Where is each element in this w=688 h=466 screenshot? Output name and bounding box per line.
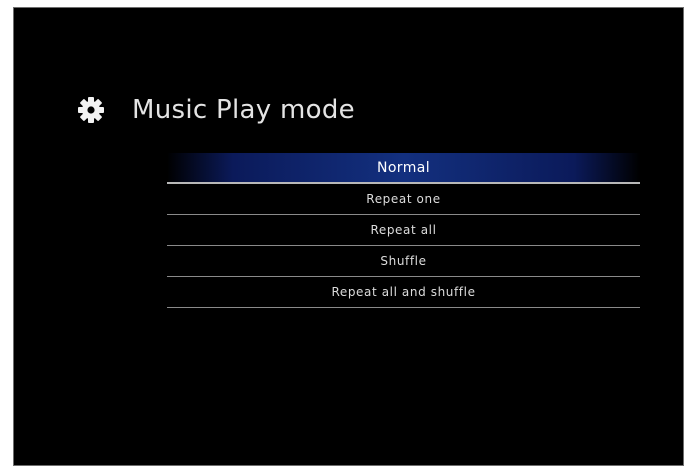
page-title: Music Play mode [132,95,355,125]
menu-item-normal[interactable]: Normal [167,153,640,184]
gear-icon [78,97,104,123]
menu-item-shuffle[interactable]: Shuffle [167,246,640,277]
tv-screen: Music Play mode Normal Repeat one Repeat… [13,7,684,466]
menu-item-repeat-all-and-shuffle[interactable]: Repeat all and shuffle [167,277,640,308]
play-mode-menu: Normal Repeat one Repeat all Shuffle Rep… [167,153,640,308]
page-header: Music Play mode [77,90,355,130]
menu-item-repeat-all[interactable]: Repeat all [167,215,640,246]
menu-item-repeat-one[interactable]: Repeat one [167,184,640,215]
